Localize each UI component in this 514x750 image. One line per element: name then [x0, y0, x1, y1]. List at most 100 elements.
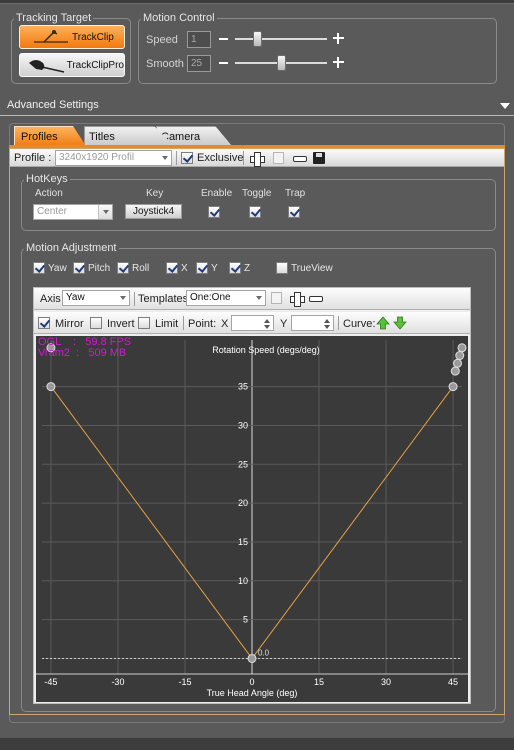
- motion-adjustment-legend: Motion Adjustment: [26, 242, 117, 254]
- spin-down-icon[interactable]: [264, 325, 270, 329]
- trackclip-button[interactable]: TrackClip: [19, 25, 125, 49]
- trackclippro-device-icon: [29, 60, 65, 73]
- curve-label: Curve:: [343, 318, 376, 330]
- limit-label: Limit: [155, 318, 179, 330]
- axis-select-value: Yaw: [66, 292, 85, 303]
- trackclip-device-icon: [34, 30, 68, 43]
- pitch-checkbox[interactable]: [73, 262, 85, 274]
- y-tick-label: 30: [238, 420, 248, 430]
- z-checkbox[interactable]: [229, 262, 241, 274]
- copy-profile-icon[interactable]: [273, 152, 284, 164]
- key-button[interactable]: Joystick4: [125, 204, 182, 219]
- curve-graph[interactable]: -45 -30 -15 0 15 30 45 5 10 15 20 25 30 35 Rotation …: [36, 336, 468, 702]
- point-x-spinner[interactable]: [231, 315, 274, 331]
- vram-overlay: Vram2 : 509 MB: [38, 347, 126, 359]
- axis-select[interactable]: Yaw: [62, 290, 130, 306]
- templates-select-value: One:One: [190, 292, 231, 303]
- profile-select-value: 3240x1920 Profil: [59, 152, 135, 163]
- trueview-label: TrueView: [291, 263, 333, 274]
- x-tick-label: -30: [111, 677, 124, 687]
- control-point[interactable]: [455, 351, 465, 361]
- y-label: Y: [211, 263, 218, 274]
- y-axis-label: Rotation Speed (degs/deg): [212, 345, 320, 355]
- add-template-icon[interactable]: [290, 292, 305, 307]
- save-icon[interactable]: [313, 152, 325, 164]
- action-select[interactable]: Center: [33, 204, 113, 220]
- key-header: Key: [146, 188, 164, 199]
- top-border: [0, 0, 514, 4]
- templates-select[interactable]: One:One: [186, 290, 266, 306]
- trueview-checkbox[interactable]: [276, 262, 288, 274]
- speed-slider-thumb[interactable]: [253, 31, 263, 47]
- x-axis-label: True Head Angle (deg): [207, 688, 298, 698]
- point-y-spinner[interactable]: [291, 315, 334, 331]
- control-point[interactable]: [247, 653, 257, 663]
- control-point[interactable]: [453, 358, 463, 368]
- trackclippro-label: TrackClipPro: [66, 59, 124, 71]
- control-point[interactable]: [450, 366, 460, 376]
- x-tick-label: -45: [44, 677, 57, 687]
- exclusive-checkbox[interactable]: [181, 152, 193, 164]
- trap-checkbox[interactable]: [288, 206, 300, 218]
- mirror-label: Mirror: [55, 318, 84, 330]
- chevron-down-icon: [103, 210, 109, 214]
- z-label: Z: [244, 263, 251, 274]
- curve-down-arrow-icon[interactable]: [393, 316, 407, 330]
- x-tick-label: 0: [249, 677, 254, 687]
- trap-header: Trap: [285, 188, 306, 199]
- point-label: Point:: [188, 318, 217, 330]
- curve-chart[interactable]: -45 -30 -15 0 15 30 45 5 10 15 20 25 30 35 Rotation …: [36, 336, 468, 702]
- toggle-checkbox[interactable]: [249, 206, 261, 218]
- y-tick-label: 10: [238, 576, 248, 586]
- trackclip-label: TrackClip: [72, 31, 114, 43]
- tracking-target-legend: Tracking Target: [16, 12, 92, 24]
- y-tick-labels: 5 10 15 20 25 30 35: [238, 382, 248, 625]
- speed-decrease-icon[interactable]: [219, 38, 228, 40]
- x-checkbox[interactable]: [166, 262, 178, 274]
- remove-profile-icon[interactable]: [293, 156, 307, 162]
- add-profile-icon[interactable]: [250, 152, 265, 167]
- speed-label: Speed: [146, 34, 178, 46]
- profile-select[interactable]: 3240x1920 Profil: [55, 150, 172, 166]
- collapse-arrow-icon[interactable]: [500, 103, 510, 109]
- yaw-checkbox[interactable]: [33, 262, 45, 274]
- chart-grid: [36, 340, 468, 675]
- action-header: Action: [35, 188, 63, 199]
- action-dropdown-button[interactable]: [98, 205, 112, 219]
- chevron-down-icon: [162, 156, 168, 160]
- invert-label: Invert: [107, 318, 135, 330]
- exclusive-label: Exclusive: [197, 152, 244, 164]
- y-checkbox[interactable]: [196, 262, 208, 274]
- curve-up-arrow-icon[interactable]: [376, 316, 390, 330]
- smooth-decrease-icon[interactable]: [219, 62, 228, 64]
- smooth-value: 25: [187, 55, 211, 72]
- x-tick-label: 30: [381, 677, 391, 687]
- smooth-slider-thumb[interactable]: [276, 55, 286, 71]
- speed-value: 1: [187, 31, 211, 48]
- smooth-increase-icon[interactable]: [333, 57, 344, 68]
- toolbar-separator: [134, 292, 135, 306]
- x-tick-label: 15: [314, 677, 324, 687]
- remove-template-icon[interactable]: [309, 296, 323, 302]
- spin-up-icon[interactable]: [264, 319, 270, 323]
- speed-slider-track[interactable]: [235, 38, 327, 40]
- smooth-label: Smooth: [146, 58, 184, 70]
- enable-checkbox[interactable]: [208, 206, 220, 218]
- point-y-label: Y: [280, 318, 288, 330]
- advanced-settings-divider: [0, 115, 514, 116]
- speed-increase-icon[interactable]: [333, 33, 344, 44]
- point-x-label: X: [221, 318, 229, 330]
- limit-checkbox[interactable]: [138, 317, 150, 329]
- roll-label: Roll: [132, 263, 150, 274]
- spin-down-icon[interactable]: [324, 325, 330, 329]
- invert-checkbox[interactable]: [90, 317, 102, 329]
- copy-template-icon[interactable]: [271, 292, 282, 304]
- mirror-checkbox[interactable]: [38, 317, 50, 329]
- control-point[interactable]: [448, 382, 458, 392]
- control-point[interactable]: [46, 382, 56, 392]
- trackclippro-button[interactable]: TrackClipPro: [19, 53, 125, 77]
- control-point[interactable]: [457, 343, 467, 353]
- spin-up-icon[interactable]: [324, 319, 330, 323]
- x-tick-label: 45: [448, 677, 458, 687]
- roll-checkbox[interactable]: [117, 262, 129, 274]
